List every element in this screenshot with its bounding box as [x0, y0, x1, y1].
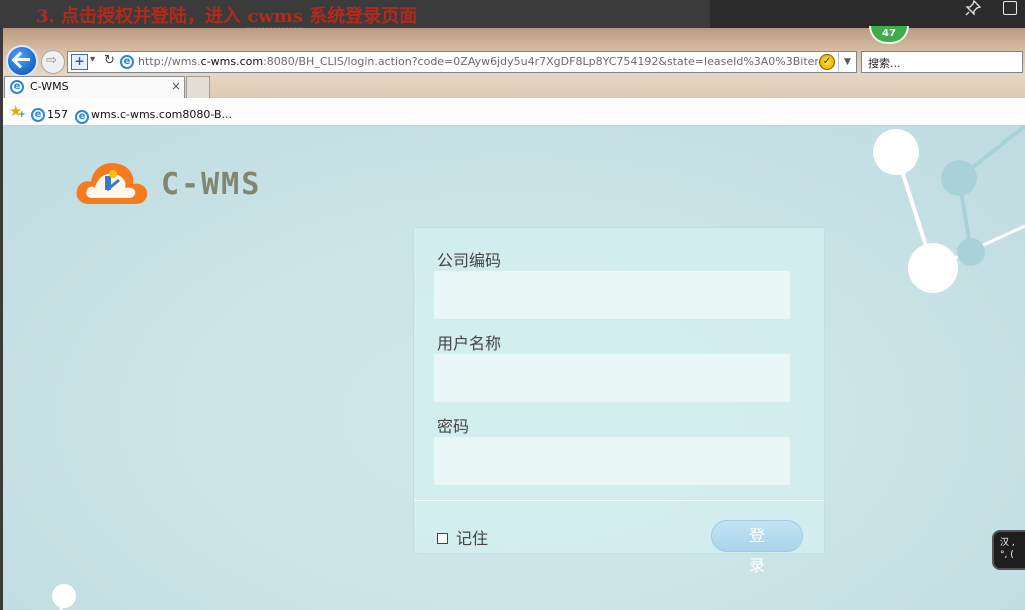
browser-chrome: 47 + ▾ ↻ e http://wms.c-wms.com:8080/BH_…	[3, 26, 1025, 98]
molecule-node	[873, 129, 919, 175]
heading-prefix: 3. 点击授权并登陆，进入	[36, 6, 248, 27]
password-label: 密码	[437, 417, 470, 436]
remember-checkbox[interactable]	[437, 532, 448, 544]
address-bar[interactable]: + ▾ ↻ e http://wms.c-wms.com:8080/BH_CLI…	[67, 51, 857, 73]
chevron-down-icon[interactable]: ▾	[90, 54, 95, 65]
logo-figure	[109, 170, 117, 178]
address-dropdown-icon[interactable]: ▼	[838, 52, 856, 72]
close-icon[interactable]: ×	[171, 79, 181, 93]
document-header: 3. 点击授权并登陆，进入 cwms 系统登录页面	[0, 0, 1025, 29]
login-button[interactable]: 登录	[711, 520, 803, 575]
address-url[interactable]: http://wms.c-wms.com:8080/BH_CLIS/login.…	[138, 55, 818, 68]
ie-tab-icon: e	[10, 80, 24, 94]
remember-label: 记住	[456, 529, 489, 548]
add-favorite-icon: +	[18, 110, 26, 120]
company-code-label: 公司编码	[437, 251, 502, 270]
favorite-item-cwms[interactable]: e wms.c-wms.com8080-B...	[75, 104, 232, 124]
favorites-bar: ★ + e 157 e wms.c-wms.com8080-B...	[3, 98, 1025, 126]
url-domain: c-wms.com	[200, 55, 264, 68]
back-button[interactable]	[6, 45, 38, 77]
pin-icon[interactable]	[964, 0, 982, 18]
favorite-label: wms.c-wms.com8080-B...	[91, 108, 232, 121]
search-input[interactable]: 搜索...	[861, 51, 1023, 73]
remember-me[interactable]: 记住	[437, 525, 488, 549]
heading-suffix: 系统登录页面	[302, 6, 418, 27]
browser-window: 47 + ▾ ↻ e http://wms.c-wms.com:8080/BH_…	[3, 26, 1025, 610]
notification-badge[interactable]: 47	[869, 26, 909, 44]
tab-strip: e C-WMS ×	[3, 76, 1025, 98]
molecule-node	[957, 238, 985, 266]
ime-line-2: °, (	[1000, 550, 1014, 560]
login-panel: 公司编码 用户名称 密码 记住 登录	[413, 227, 825, 575]
username-input[interactable]	[433, 353, 791, 403]
tab-title: C-WMS	[30, 80, 69, 93]
heading-code: cwms	[247, 6, 303, 29]
window-square-icon[interactable]	[1003, 1, 1017, 15]
username-label: 用户名称	[437, 334, 502, 353]
shield-icon[interactable]: +	[71, 54, 88, 70]
panel-divider	[414, 500, 824, 501]
cwms-logo: C-WMS	[75, 154, 295, 210]
url-rest: :8080/BH_CLIS/login.action?code=0ZAyw6jd…	[263, 55, 818, 68]
molecule-node	[908, 243, 958, 293]
favorite-item-157[interactable]: e 157	[31, 104, 68, 123]
logo-text: C-WMS	[161, 167, 262, 202]
ie-favorite-icon: e	[31, 107, 45, 122]
company-code-input[interactable]	[433, 270, 791, 320]
ie-page-icon: e	[120, 55, 134, 69]
login-page: C-WMS 公司编码 用户名称 密码 记住 登录 汉 , °, (	[3, 126, 1025, 610]
screen: 3. 点击授权并登陆，进入 cwms 系统登录页面 47 + ▾ ↻ e htt…	[0, 0, 1025, 610]
tab-cwms[interactable]: e C-WMS ×	[4, 76, 185, 98]
ie-favorite-icon: e	[75, 110, 89, 124]
document-heading: 3. 点击授权并登陆，进入 cwms 系统登录页面	[36, 2, 418, 29]
favorite-label: 157	[47, 108, 68, 121]
forward-button[interactable]	[41, 50, 65, 74]
password-input[interactable]	[433, 436, 791, 486]
pin-icon-svg	[965, 0, 982, 16]
url-prefix: http://wms.	[138, 55, 201, 68]
cloud-logo-icon	[76, 162, 148, 204]
ime-line-1: 汉 ,	[1000, 538, 1015, 548]
new-tab-button[interactable]	[186, 76, 210, 98]
ime-toolbar[interactable]: 汉 , °, (	[992, 530, 1025, 570]
compatibility-icon[interactable]: ✓	[819, 54, 835, 70]
molecule-node	[941, 160, 977, 196]
refresh-icon[interactable]: ↻	[104, 53, 115, 68]
